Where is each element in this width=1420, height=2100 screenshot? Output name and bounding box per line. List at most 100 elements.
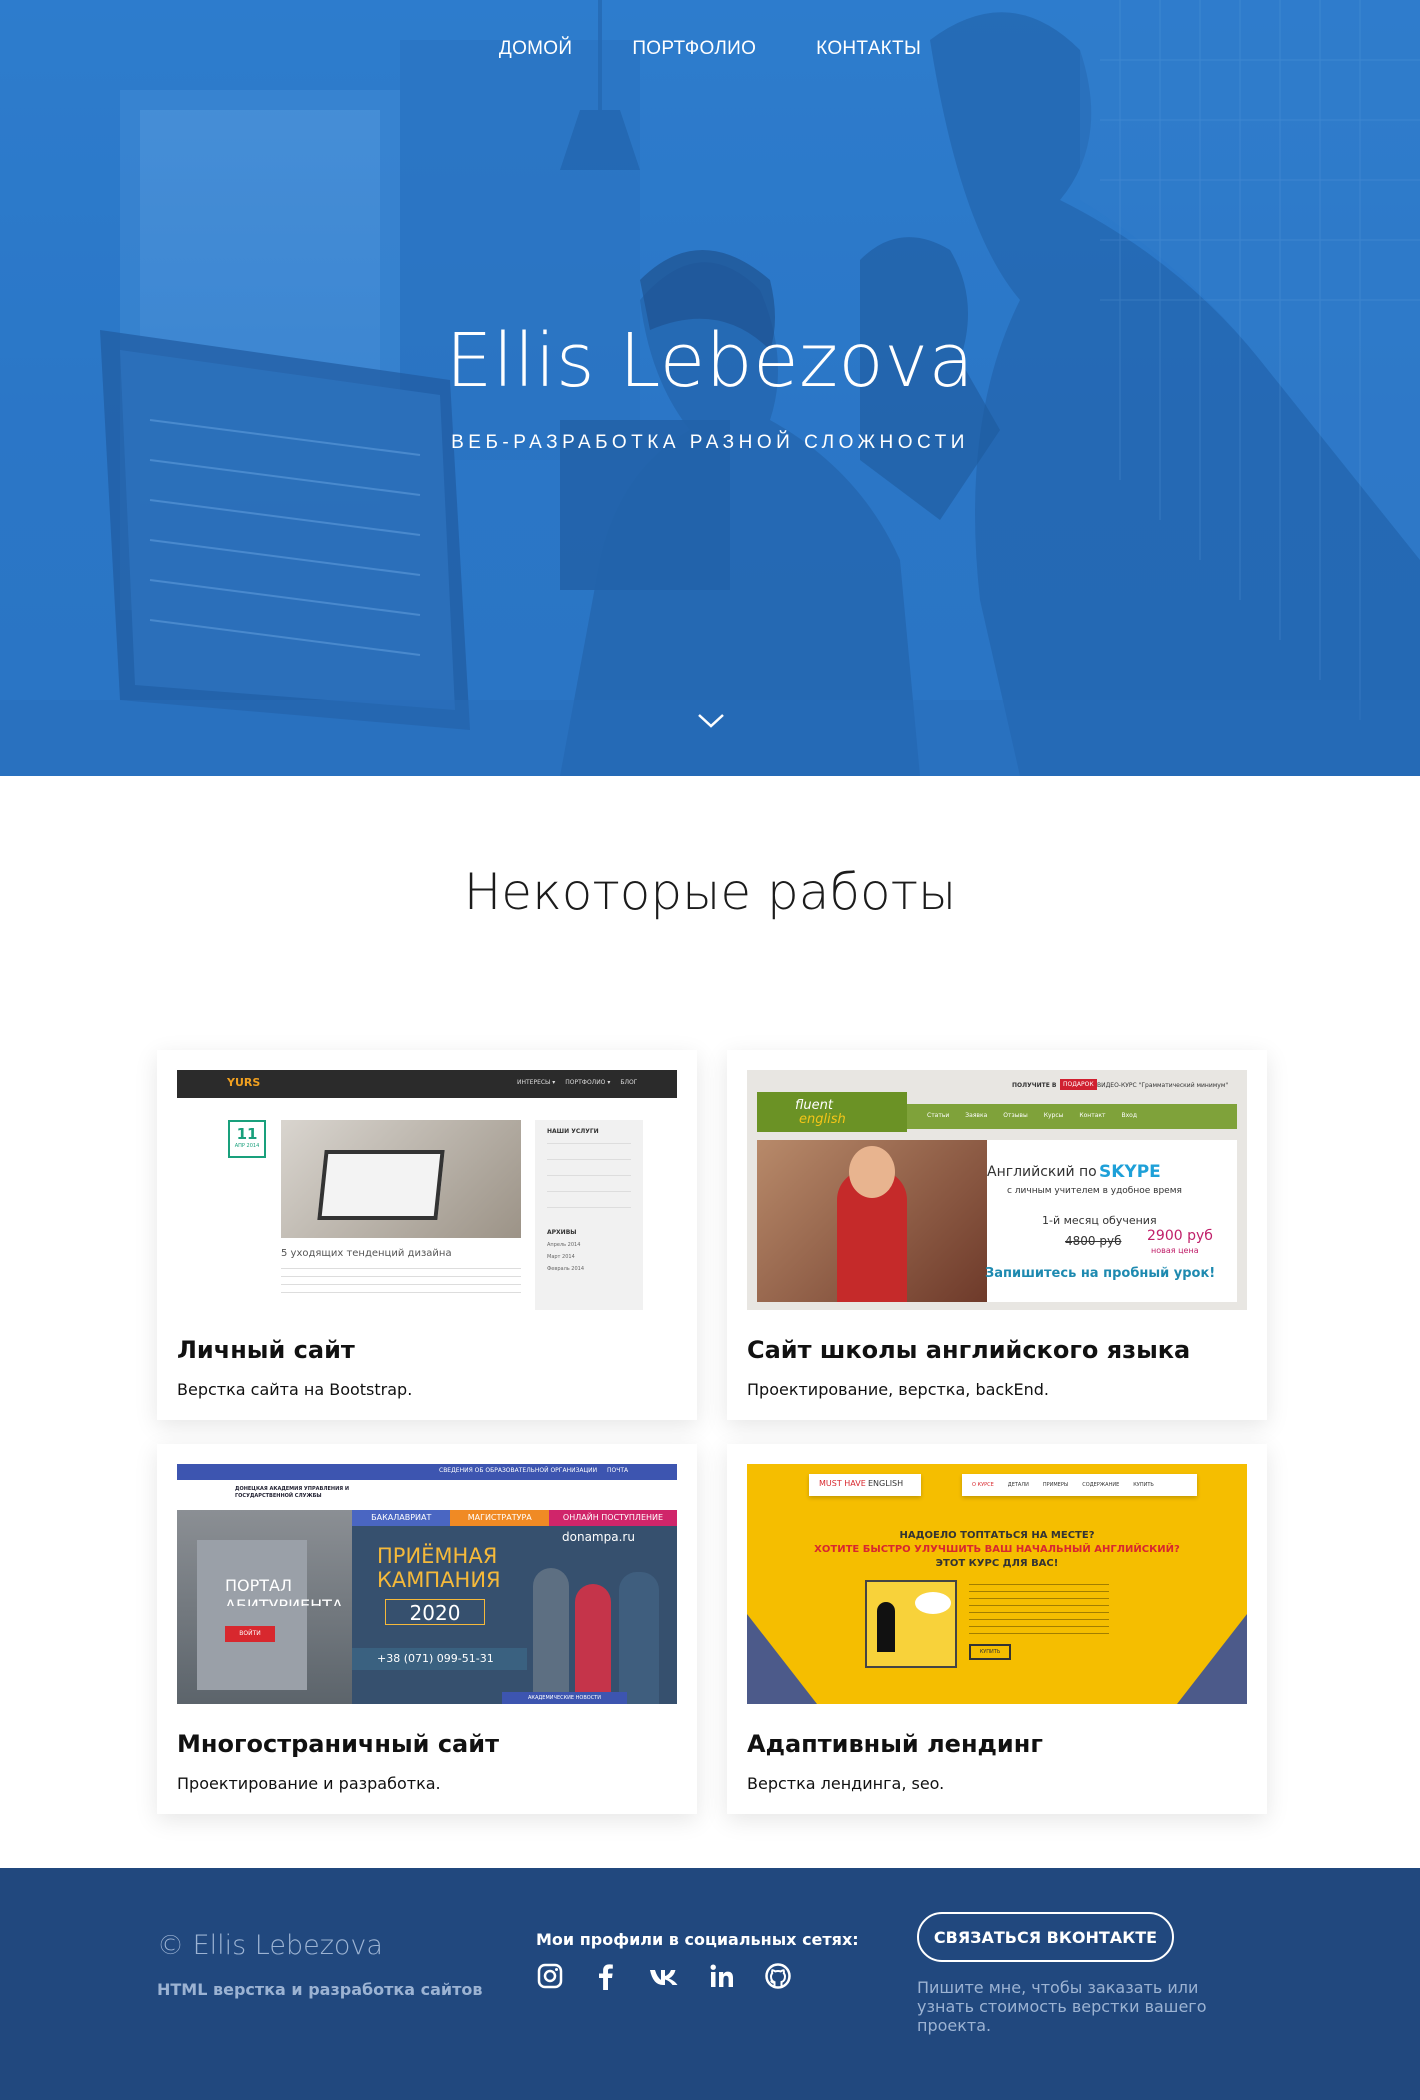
thumb-menu-item: ИНТЕРЕСЫ ▾ xyxy=(517,1079,556,1086)
thumb-girl-photo xyxy=(757,1140,987,1302)
thumb-menu-item: ДЕТАЛИ xyxy=(1007,1482,1029,1488)
thumb-date-month: АПР 2014 xyxy=(234,1143,260,1149)
thumb-line2: с личным учителем в удобное время xyxy=(1007,1186,1182,1196)
thumb-post-title: 5 уходящих тенденций дизайна xyxy=(281,1248,452,1259)
thumb-headline3: ЭТОТ КУРС ДЛЯ ВАС! xyxy=(935,1558,1059,1569)
portfolio-card-adaptive-landing[interactable]: MUST HAVE ENGLISH О КУРСЕ ДЕТАЛИ ПРИМЕРЫ… xyxy=(727,1444,1267,1814)
thumb-login-button: ВОЙТИ xyxy=(225,1626,275,1642)
thumb-new-label: новая цена xyxy=(1151,1246,1199,1255)
thumb-year: 2020 xyxy=(385,1599,485,1625)
card-description: Верстка сайта на Bootstrap. xyxy=(177,1380,413,1399)
card-description: Проектирование, верстка, backEnd. xyxy=(747,1380,1049,1399)
thumb-buy-button: КУПИТЬ xyxy=(969,1644,1011,1660)
footer-social-title: Мои профили в социальных сетях: xyxy=(536,1930,859,1949)
thumb-line1: Английский по xyxy=(987,1164,1097,1180)
thumb-tab: БАКАЛАВРИАТ xyxy=(352,1510,451,1526)
hero-section: ДОМОЙ ПОРТФОЛИО КОНТАКТЫ Ellis Lebezova … xyxy=(0,0,1420,776)
thumb-menu-item: ПРИМЕРЫ xyxy=(1042,1482,1069,1488)
thumb-logo-fluent: fluent xyxy=(795,1098,833,1113)
portfolio-thumbnail[interactable]: СВЕДЕНИЯ ОБ ОБРАЗОВАТЕЛЬНОЙ ОРГАНИЗАЦИИ … xyxy=(177,1464,677,1704)
thumb-old-price: 4800 руб xyxy=(1065,1234,1122,1248)
main-nav: ДОМОЙ ПОРТФОЛИО КОНТАКТЫ xyxy=(0,38,1420,60)
thumb-tab: ОНЛАЙН ПОСТУПЛЕНИЕ xyxy=(548,1510,677,1526)
thumb-course-text: ВИДЕО-КУРС "Грамматический минимум" xyxy=(1097,1082,1229,1089)
thumb-sidebar-title: НАШИ УСЛУГИ xyxy=(547,1128,599,1135)
github-icon[interactable] xyxy=(764,1962,794,1992)
thumb-book-cover xyxy=(865,1580,957,1668)
thumb-menu-item: Курсы xyxy=(1043,1112,1064,1119)
card-title[interactable]: Адаптивный лендинг xyxy=(747,1730,1247,1758)
thumb-archive-item: Апрель 2014 xyxy=(547,1242,581,1248)
thumb-campaign1: ПРИЁМНАЯ xyxy=(377,1544,498,1568)
thumb-menu-item: Контакт xyxy=(1079,1112,1106,1119)
thumb-date-day: 11 xyxy=(236,1125,258,1143)
thumb-menu-item: Статьи xyxy=(927,1112,950,1119)
thumb-campaign2: КАМПАНИЯ xyxy=(377,1568,501,1592)
thumb-archive-title: АРХИВЫ xyxy=(547,1229,577,1236)
thumb-menu-item: О КУРСЕ xyxy=(972,1482,994,1488)
thumb-archive-item: Февраль 2014 xyxy=(547,1266,585,1272)
thumb-new-price: 2900 руб xyxy=(1147,1228,1213,1244)
card-title[interactable]: Многостраничный сайт xyxy=(177,1730,677,1758)
instagram-icon[interactable] xyxy=(536,1962,566,1992)
thumb-org: ДОНЕЦКАЯ АКАДЕМИЯ УПРАВЛЕНИЯ И ГОСУДАРСТ… xyxy=(235,1486,350,1499)
chevron-down-icon[interactable] xyxy=(696,706,726,736)
thumb-brand1: MUST HAVE xyxy=(819,1479,866,1488)
thumb-mail: ПОЧТА xyxy=(607,1467,629,1474)
thumb-archive-item: Март 2014 xyxy=(547,1254,575,1260)
thumb-tab: МАГИСТРАТУРА xyxy=(450,1510,549,1526)
thumb-menu-item: Отзывы xyxy=(1003,1112,1028,1119)
hero-subtitle: ВЕБ-РАЗРАБОТКА РАЗНОЙ СЛОЖНОСТИ xyxy=(451,432,969,453)
thumb-skype: SKYPE xyxy=(1099,1162,1161,1182)
footer-tagline: HTML верстка и разработка сайтов xyxy=(157,1980,483,1999)
thumb-cta: Запишитесь на пробный урок! xyxy=(985,1266,1216,1281)
portfolio-section: Некоторые работы YURS ИНТЕРЕСЫ ▾ ПОРТФОЛ… xyxy=(0,862,1420,1814)
portfolio-card-multipage-site[interactable]: СВЕДЕНИЯ ОБ ОБРАЗОВАТЕЛЬНОЙ ОРГАНИЗАЦИИ … xyxy=(157,1444,697,1814)
portfolio-card-personal-site[interactable]: YURS ИНТЕРЕСЫ ▾ ПОРТФОЛИО ▾ БЛОГ 11 АПР … xyxy=(157,1050,697,1420)
thumb-logo-english: english xyxy=(799,1112,846,1127)
thumb-students-photo xyxy=(527,1548,667,1704)
thumb-portal2: АБИТУРИЕНТА xyxy=(225,1596,343,1606)
thumb-menu-item: КУПИТЬ xyxy=(1133,1482,1154,1488)
portfolio-card-english-school[interactable]: ПОЛУЧИТЕ В ПОДАРОК ВИДЕО-КУРС "Грамматич… xyxy=(727,1050,1267,1420)
thumb-line3: 1-й месяц обучения xyxy=(1042,1214,1157,1227)
vk-icon[interactable] xyxy=(648,1962,682,1992)
footer-copyright: © Ellis Lebezova xyxy=(157,1930,383,1961)
card-title[interactable]: Сайт школы английского языка xyxy=(747,1336,1247,1364)
social-icons xyxy=(536,1962,794,1992)
thumb-portal: ПОРТАЛ xyxy=(225,1576,293,1595)
nav-contacts-link[interactable]: КОНТАКТЫ xyxy=(816,38,921,60)
thumb-laptop-photo xyxy=(281,1120,521,1238)
portfolio-thumbnail[interactable]: ПОЛУЧИТЕ В ПОДАРОК ВИДЕО-КУРС "Грамматич… xyxy=(747,1070,1247,1310)
card-description: Проектирование и разработка. xyxy=(177,1774,441,1793)
footer-note: Пишите мне, чтобы заказать или узнать ст… xyxy=(917,1978,1207,2035)
footer: © Ellis Lebezova HTML верстка и разработ… xyxy=(0,1868,1420,2100)
thumb-phone: +38 (071) 099-51-31 xyxy=(352,1648,527,1670)
thumb-headline1: НАДОЕЛО ТОПТАТЬСЯ НА МЕСТЕ? xyxy=(899,1530,1095,1541)
thumb-logo: YURS xyxy=(227,1076,261,1089)
nav-portfolio-link[interactable]: ПОРТФОЛИО xyxy=(632,38,756,60)
portfolio-grid: YURS ИНТЕРЕСЫ ▾ ПОРТФОЛИО ▾ БЛОГ 11 АПР … xyxy=(0,922,1420,1814)
thumb-topbar: СВЕДЕНИЯ ОБ ОБРАЗОВАТЕЛЬНОЙ ОРГАНИЗАЦИИ xyxy=(439,1467,598,1474)
contact-vk-button[interactable]: СВЯЗАТЬСЯ ВКОНТАКТЕ xyxy=(917,1912,1174,1962)
thumb-menu-item: БЛОГ xyxy=(620,1079,638,1086)
thumb-site: donampa.ru xyxy=(562,1530,635,1544)
thumb-menu-item: ПОРТФОЛИО ▾ xyxy=(565,1079,611,1086)
portfolio-thumbnail[interactable]: YURS ИНТЕРЕСЫ ▾ ПОРТФОЛИО ▾ БЛОГ 11 АПР … xyxy=(177,1070,677,1310)
linkedin-icon[interactable] xyxy=(708,1962,738,1992)
thumb-menu-item: Вход xyxy=(1121,1112,1138,1119)
card-description: Верстка лендинга, seo. xyxy=(747,1774,945,1793)
nav-home-link[interactable]: ДОМОЙ xyxy=(499,38,572,60)
portfolio-thumbnail[interactable]: MUST HAVE ENGLISH О КУРСЕ ДЕТАЛИ ПРИМЕРЫ… xyxy=(747,1464,1247,1704)
thumb-menu-item: Заявка xyxy=(965,1112,988,1119)
thumb-menu-item: СОДЕРЖАНИЕ xyxy=(1082,1482,1120,1488)
thumb-brand2: ENGLISH xyxy=(868,1479,904,1488)
portfolio-heading: Некоторые работы xyxy=(463,863,957,921)
thumb-top-text: ПОЛУЧИТЕ В xyxy=(1012,1082,1057,1089)
card-title[interactable]: Личный сайт xyxy=(177,1336,677,1364)
thumb-gift-badge: ПОДАРОК xyxy=(1060,1079,1097,1090)
thumb-headline2: ХОТИТЕ БЫСТРО УЛУЧШИТЬ ВАШ НАЧАЛЬНЫЙ АНГ… xyxy=(814,1544,1180,1555)
thumb-news: АКАДЕМИЧЕСКИЕ НОВОСТИ xyxy=(502,1692,627,1704)
facebook-icon[interactable] xyxy=(592,1962,622,1992)
hero-title: Ellis Lebezova xyxy=(445,318,975,404)
